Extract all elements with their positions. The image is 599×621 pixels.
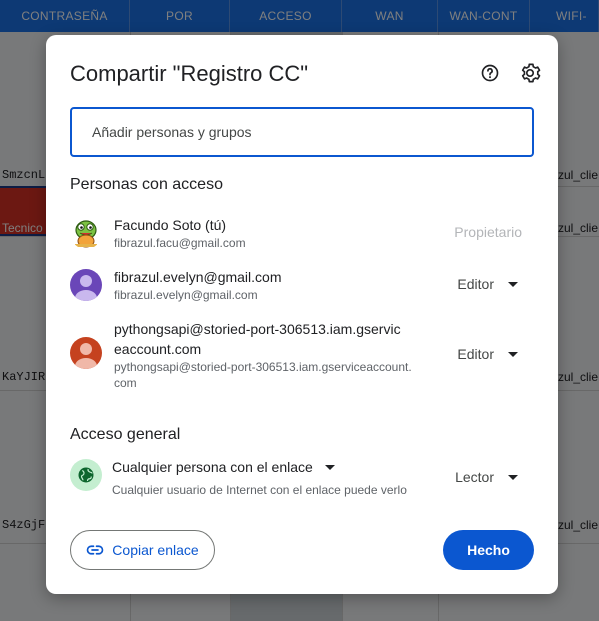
person-email-line2: com — [114, 376, 137, 390]
role-dropdown[interactable]: Editor — [457, 346, 518, 362]
general-access-dropdown[interactable]: Cualquier persona con el enlace — [112, 459, 335, 475]
person-email-line1: pythongsapi@storied-port-306513.iam.gser… — [114, 360, 412, 374]
person-row: fibrazul.evelyn@gmail.com fibrazul.evely… — [70, 267, 534, 303]
person-row: pythongsapi@storied-port-306513.iam.gser… — [70, 319, 534, 391]
gear-icon[interactable] — [518, 61, 542, 85]
role-label: Lector — [455, 469, 494, 485]
person-name-line1: pythongsapi@storied-port-306513.iam.gser… — [114, 321, 401, 337]
copy-link-button[interactable]: Copiar enlace — [70, 530, 215, 570]
copy-link-label: Copiar enlace — [112, 542, 199, 558]
person-row: Facundo Soto (tú) fibrazul.facu@gmail.co… — [70, 215, 534, 251]
person-email: fibrazul.facu@gmail.com — [114, 236, 246, 250]
frog-avatar-icon — [70, 217, 102, 249]
globe-icon — [70, 459, 102, 491]
dialog-title: Compartir "Registro CC" — [70, 61, 309, 86]
general-access-label: Cualquier persona con el enlace — [112, 459, 313, 475]
person-name-line2: eaccount.com — [114, 341, 202, 357]
done-button[interactable]: Hecho — [443, 530, 534, 570]
person-name: fibrazul.evelyn@gmail.com — [114, 269, 282, 285]
general-access-description: Cualquier usuario de Internet con el enl… — [112, 483, 407, 497]
share-dialog: Compartir "Registro CC" Personas con acc… — [46, 35, 558, 594]
person-avatar-icon — [70, 269, 102, 301]
help-circle-icon[interactable] — [478, 61, 502, 85]
caret-down-icon — [324, 464, 335, 470]
general-access-heading: Acceso general — [70, 426, 181, 443]
caret-down-icon — [508, 281, 518, 287]
people-with-access-heading: Personas con acceso — [70, 176, 223, 193]
person-name: Facundo Soto (tú) — [114, 217, 227, 233]
owner-role-label: Propietario — [454, 224, 522, 240]
person-email: fibrazul.evelyn@gmail.com — [114, 288, 258, 302]
role-label: Editor — [457, 276, 494, 292]
caret-down-icon — [508, 474, 518, 480]
person-avatar-icon — [70, 337, 102, 369]
caret-down-icon — [508, 351, 518, 357]
general-role-dropdown[interactable]: Lector — [455, 469, 518, 485]
link-icon — [86, 545, 104, 555]
role-label: Editor — [457, 346, 494, 362]
add-people-input[interactable] — [70, 107, 534, 157]
role-dropdown[interactable]: Editor — [457, 276, 518, 292]
